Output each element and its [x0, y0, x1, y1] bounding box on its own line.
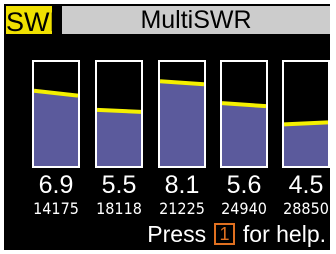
swr-level-fill — [97, 109, 141, 166]
band-freq-4: 24940 — [221, 199, 267, 218]
swr-meter-graph — [97, 107, 141, 166]
band-freq-5: 28850 — [283, 199, 329, 218]
swr-value-5: 4.5 — [288, 171, 324, 199]
swr-meter-graph — [34, 88, 78, 166]
swr-value-2: 5.5 — [101, 171, 137, 199]
swr-meter-graph — [222, 101, 266, 166]
swr-meter-4 — [220, 60, 268, 168]
swr-value-4: 5.6 — [226, 171, 262, 199]
swr-level-line — [284, 120, 328, 127]
swr-meter-3 — [158, 60, 206, 168]
screen: SWR MultiSWR 6.9 5.5 8.1 5.6 4.5 14175 1… — [4, 4, 330, 250]
swr-meter-1 — [32, 60, 80, 168]
tab-swr[interactable]: SWR — [4, 4, 69, 37]
swr-meter-graph — [160, 79, 204, 166]
help-prefix: Press — [147, 221, 207, 247]
swr-level-line — [97, 107, 141, 114]
band-freq-1: 14175 — [33, 199, 79, 218]
swr-level-fill — [222, 103, 266, 166]
help-hint: Press 1 for help. — [147, 220, 326, 248]
swr-level-fill — [34, 90, 78, 166]
swr-value-3: 8.1 — [164, 171, 200, 199]
band-freq-2: 18118 — [96, 199, 142, 218]
band-freq-3: 21225 — [159, 199, 205, 218]
swr-meter-graph — [284, 120, 328, 166]
swr-meter-5 — [282, 60, 330, 168]
swr-level-fill — [160, 81, 204, 166]
help-suffix: for help. — [242, 221, 326, 247]
swr-level-fill — [284, 122, 328, 166]
swr-meter-2 — [95, 60, 143, 168]
tab-multiswr[interactable]: MultiSWR — [62, 6, 330, 34]
swr-value-1: 6.9 — [38, 171, 74, 199]
help-key[interactable]: 1 — [214, 223, 235, 245]
